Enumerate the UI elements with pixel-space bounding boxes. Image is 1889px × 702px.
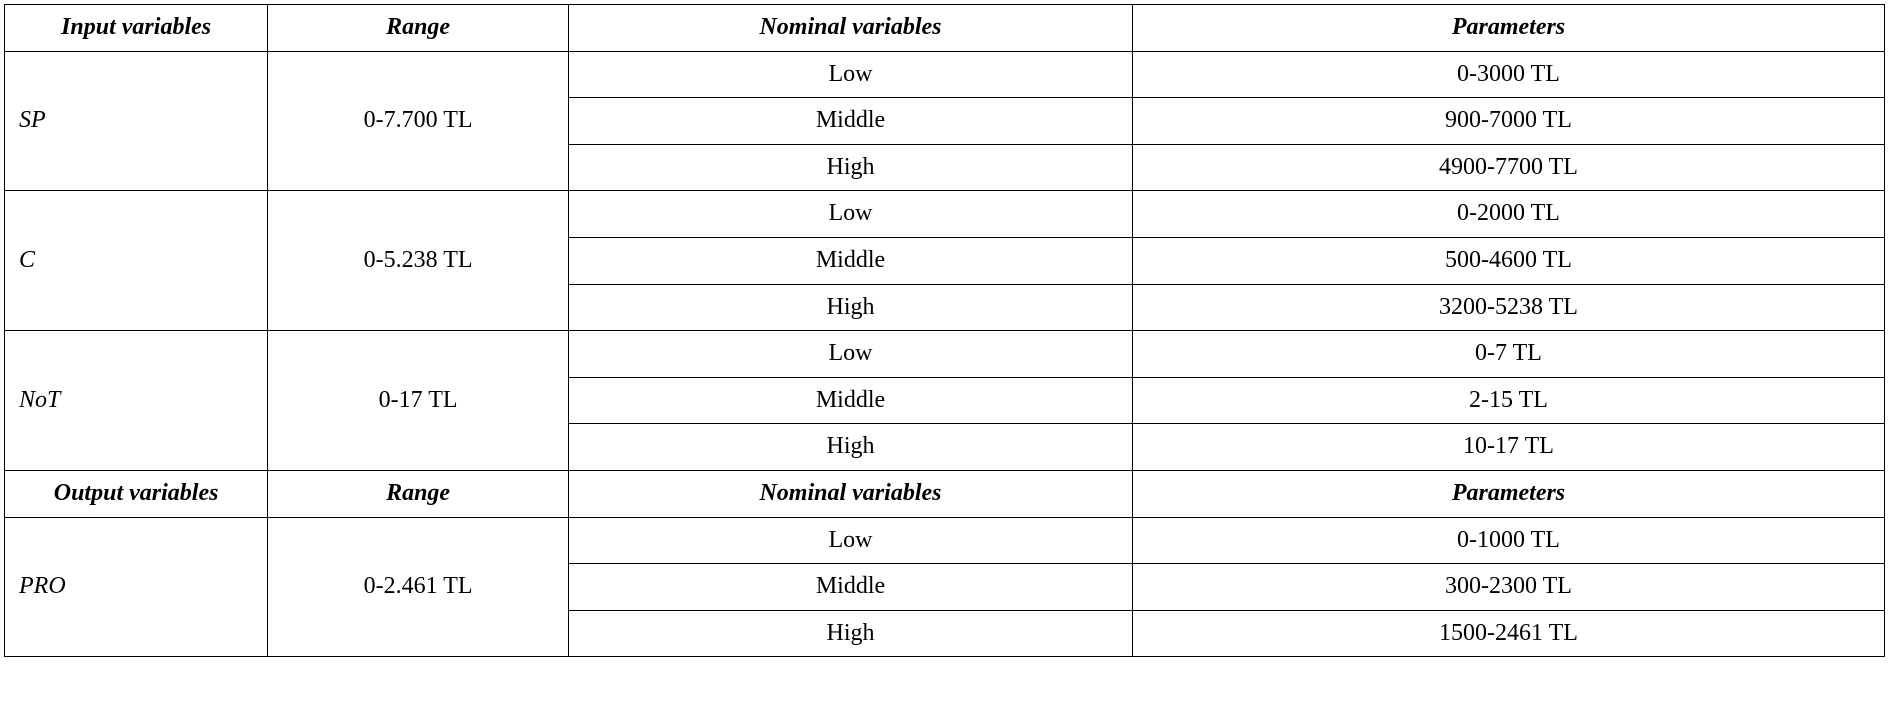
variable-range: 0-5.238 TL [268, 191, 569, 331]
header-parameters: Parameters [1132, 5, 1884, 52]
nominal-value: Middle [568, 377, 1132, 424]
parameter-value: 900-7000 TL [1132, 98, 1884, 145]
parameter-value: 0-1000 TL [1132, 517, 1884, 564]
nominal-value: Low [568, 191, 1132, 238]
parameter-value: 1500-2461 TL [1132, 610, 1884, 657]
parameter-value: 300-2300 TL [1132, 564, 1884, 611]
nominal-value: Low [568, 331, 1132, 378]
parameter-value: 0-7 TL [1132, 331, 1884, 378]
nominal-value: Middle [568, 98, 1132, 145]
parameter-value: 10-17 TL [1132, 424, 1884, 471]
parameter-value: 0-2000 TL [1132, 191, 1884, 238]
nominal-value: High [568, 144, 1132, 191]
parameter-value: 4900-7700 TL [1132, 144, 1884, 191]
nominal-value: High [568, 610, 1132, 657]
header-input-variables: Input variables [5, 5, 268, 52]
nominal-value: High [568, 424, 1132, 471]
parameter-value: 500-4600 TL [1132, 237, 1884, 284]
header-range: Range [268, 470, 569, 517]
variable-range: 0-7.700 TL [268, 51, 569, 191]
variable-name: SP [5, 51, 268, 191]
header-parameters: Parameters [1132, 470, 1884, 517]
parameter-value: 2-15 TL [1132, 377, 1884, 424]
nominal-value: Middle [568, 237, 1132, 284]
header-nominal-variables: Nominal variables [568, 5, 1132, 52]
nominal-value: Low [568, 51, 1132, 98]
variable-name: PRO [5, 517, 268, 657]
header-range: Range [268, 5, 569, 52]
variable-name: NoT [5, 331, 268, 471]
variable-name: C [5, 191, 268, 331]
nominal-value: Middle [568, 564, 1132, 611]
variables-table: Input variables Range Nominal variables … [4, 4, 1885, 657]
table-header-row: Output variables Range Nominal variables… [5, 470, 1885, 517]
table-row: PRO 0-2.461 TL Low 0-1000 TL [5, 517, 1885, 564]
variable-range: 0-17 TL [268, 331, 569, 471]
table-row: C 0-5.238 TL Low 0-2000 TL [5, 191, 1885, 238]
parameter-value: 0-3000 TL [1132, 51, 1884, 98]
table-row: NoT 0-17 TL Low 0-7 TL [5, 331, 1885, 378]
table-row: SP 0-7.700 TL Low 0-3000 TL [5, 51, 1885, 98]
variable-range: 0-2.461 TL [268, 517, 569, 657]
header-output-variables: Output variables [5, 470, 268, 517]
parameter-value: 3200-5238 TL [1132, 284, 1884, 331]
nominal-value: High [568, 284, 1132, 331]
nominal-value: Low [568, 517, 1132, 564]
table-header-row: Input variables Range Nominal variables … [5, 5, 1885, 52]
header-nominal-variables: Nominal variables [568, 470, 1132, 517]
